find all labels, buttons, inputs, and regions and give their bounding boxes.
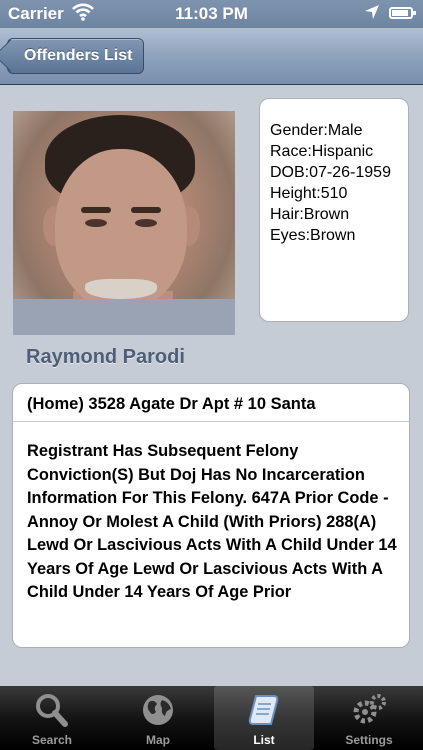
navigation-bar: Offenders List <box>0 28 423 85</box>
address-row[interactable]: (Home) 3528 Agate Dr Apt # 10 Santa <box>13 384 409 422</box>
status-bar: Carrier 11:03 PM <box>0 0 423 28</box>
location-arrow-icon <box>365 5 379 19</box>
race-text: Race:Hispanic <box>270 143 374 160</box>
scroll-icon <box>248 695 279 725</box>
back-button-label: Offenders List <box>24 47 133 64</box>
tab-search[interactable]: Search <box>2 686 102 750</box>
tab-list[interactable]: List <box>214 686 314 750</box>
battery-icon <box>389 7 416 19</box>
dob-text: DOB:07-26-1959 <box>270 164 391 181</box>
offender-name: Raymond Parodi <box>26 346 185 368</box>
tab-settings[interactable]: Settings <box>319 686 419 750</box>
back-button[interactable]: Offenders List <box>7 38 145 74</box>
eyes-text: Eyes:Brown <box>270 227 356 244</box>
tab-settings-label: Settings <box>345 733 393 747</box>
tab-list-label: List <box>253 733 275 747</box>
gears-icon <box>353 694 386 724</box>
offender-photo <box>13 111 235 335</box>
tab-search-label: Search <box>31 733 73 747</box>
tab-map[interactable]: Map <box>108 686 208 750</box>
magnifier-icon <box>36 694 68 727</box>
personal-info-box: Gender:Male Race:Hispanic DOB:07-26-1959… <box>259 98 409 322</box>
offense-description: Registrant Has Subsequent Felony Convict… <box>27 442 397 601</box>
height-text: Height:510 <box>270 185 348 202</box>
gender-text: Gender:Male <box>270 122 363 139</box>
tab-map-label: Map <box>146 733 170 747</box>
tab-bar: Search Map List Settings <box>0 686 423 750</box>
hair-text: Hair:Brown <box>270 206 350 223</box>
globe-icon <box>143 695 173 725</box>
offender-detail-view: Gender:Male Race:Hispanic DOB:07-26-1959… <box>0 85 423 686</box>
offense-detail-card: (Home) 3528 Agate Dr Apt # 10 Santa Regi… <box>12 383 410 648</box>
clock-label: 11:03 PM <box>175 4 248 23</box>
